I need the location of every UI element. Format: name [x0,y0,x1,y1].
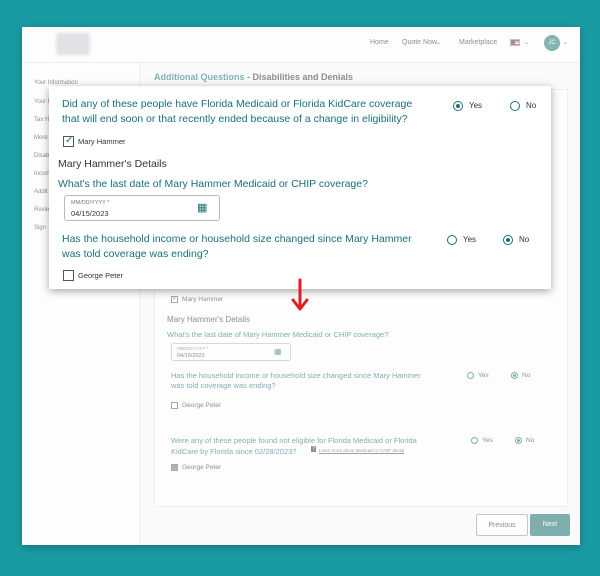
zoomed-callout: Did any of these people have Florida Med… [49,86,551,289]
nav-home[interactable]: Home [370,39,389,46]
us-flag-icon[interactable] [510,39,520,46]
sidebar-item-sign[interactable]: Sign [34,225,46,231]
denied-question-line2: KidCare by Florida since 02/28/2023? [171,447,297,456]
income-question-line1: Has the household income or household si… [171,371,421,380]
previous-button[interactable]: Previous [476,514,528,536]
income-no-radio[interactable] [503,235,513,245]
sidebar-item-disabilities[interactable]: Disab [34,153,49,159]
denied-question-line1: Were any of these people found not eligi… [171,436,417,445]
chevron-down-icon: ⌄ [436,40,442,46]
income-no-label: No [522,372,531,379]
income-question: Has the household income or household si… [62,233,412,260]
member-label: George Peter [182,464,222,471]
member-label: George Peter [78,271,124,280]
date-field[interactable]: MM/DD/YYYY * 04/15/2023 ▦ [64,195,220,221]
date-field-value: 04/15/2023 [71,209,109,218]
sidebar-item-additional[interactable]: Addit [34,189,48,195]
member-label: Mary Hammer [182,296,224,303]
income-no-radio[interactable] [511,372,518,379]
coverage-yes-radio[interactable] [453,101,463,111]
page-title-accent: Additional Questions [154,72,245,82]
income-no-label: No [519,235,530,244]
date-question: What's the last date of Mary Hammer Medi… [58,178,368,190]
member-checkbox[interactable] [171,294,178,303]
down-arrow-icon [291,278,309,311]
calendar-icon[interactable]: ▦ [274,347,282,356]
income-yes-radio[interactable] [447,235,457,245]
date-question: What's the last date of Mary Hammer Medi… [167,330,389,339]
member-label: George Peter [182,402,222,409]
learn-more-link[interactable]: Learn more about Medicaid or CHIP denial [319,448,404,453]
next-button[interactable]: Next [530,514,570,536]
sidebar-item-more[interactable]: More [34,135,48,141]
member-label: Mary Hammer [78,137,126,146]
member-checkbox[interactable] [171,402,178,409]
member-checkbox[interactable] [63,135,74,147]
income-yes-radio[interactable] [467,372,474,379]
details-heading: Mary Hammer's Details [58,158,167,170]
date-field[interactable]: MM/DD/YYYY * 04/15/2023 ▦ [171,343,291,361]
income-yes-label: Yes [478,372,489,379]
sidebar-item-income[interactable]: Incom [34,171,50,177]
member-checkbox[interactable] [63,270,74,281]
page-title-rest: - Disabilities and Denials [244,72,354,82]
member-checkbox[interactable] [171,464,178,471]
coverage-no-label: No [526,101,537,110]
chevron-down-icon: ⌄ [563,40,569,46]
nav-quote-now[interactable]: Quote Now [402,39,437,46]
coverage-yes-label: Yes [469,101,483,110]
page-title: Additional Questions - Disabilities and … [154,72,353,82]
date-field-label: MM/DD/YYYY * [177,346,209,351]
details-heading: Mary Hammer's Details [167,315,250,324]
income-question-line2: was told coverage was ending? [171,381,276,390]
chevron-down-icon: ⌄ [524,40,530,46]
denied-no-label: No [526,437,535,444]
coverage-question: Did any of these people have Florida Med… [62,98,413,125]
nav-marketplace[interactable]: Marketplace [459,39,497,46]
date-field-label: MM/DD/YYYY * [71,200,110,206]
logo [56,33,90,55]
help-icon[interactable]: ? [311,446,317,452]
denied-no-radio[interactable] [515,437,522,444]
date-field-value: 04/15/2023 [177,353,205,359]
denied-yes-label: Yes [482,437,493,444]
sidebar-item-tax[interactable]: Tax H [34,117,49,123]
denied-yes-radio[interactable] [471,437,478,444]
calendar-icon[interactable]: ▦ [197,201,207,214]
top-bar: Home Quote Now ⌄ Marketplace ⌄ JC ⌄ [22,27,580,63]
avatar[interactable]: JC [544,35,560,51]
income-yes-label: Yes [463,235,477,244]
coverage-no-radio[interactable] [510,101,520,111]
